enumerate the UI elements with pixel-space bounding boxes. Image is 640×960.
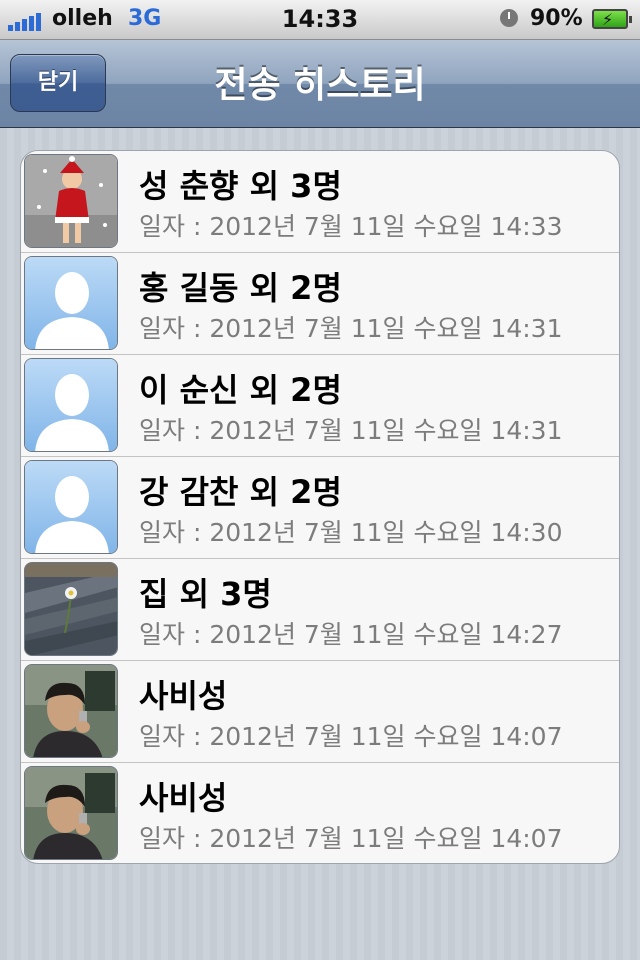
default-contact-icon [24, 460, 118, 554]
alarm-clock-icon [500, 9, 518, 27]
contact-name: 강 감찬 외 2명 [139, 473, 342, 511]
default-contact-icon [24, 358, 118, 452]
sent-date: 일자 : 2012년 7월 11일 수요일 14:31 [139, 416, 563, 445]
contact-name: 홍 길동 외 2명 [139, 269, 342, 307]
history-row[interactable]: 집 외 3명 일자 : 2012년 7월 11일 수요일 14:27 [21, 559, 619, 661]
sent-date: 일자 : 2012년 7월 11일 수요일 14:33 [139, 212, 563, 241]
contact-name: 집 외 3명 [139, 575, 272, 613]
history-row[interactable]: 사비성 일자 : 2012년 7월 11일 수요일 14:07 [21, 763, 619, 863]
sent-date: 일자 : 2012년 7월 11일 수요일 14:31 [139, 314, 563, 343]
contact-name: 사비성 [139, 677, 228, 715]
status-bar: olleh 3G 14:33 90% ⚡ [0, 0, 640, 40]
sent-date: 일자 : 2012년 7월 11일 수요일 14:27 [139, 620, 563, 649]
battery-charging-icon: ⚡ [592, 9, 632, 29]
flower-photo-thumbnail [24, 562, 118, 656]
close-button[interactable]: 닫기 [10, 54, 106, 112]
default-contact-icon [24, 256, 118, 350]
page-title: 전송 히스토리 [214, 65, 426, 106]
person-phone-photo-thumbnail [24, 664, 118, 758]
history-row[interactable]: 이 순신 외 2명 일자 : 2012년 7월 11일 수요일 14:31 [21, 355, 619, 457]
history-row[interactable]: 홍 길동 외 2명 일자 : 2012년 7월 11일 수요일 14:31 [21, 253, 619, 355]
history-row[interactable]: 성 춘향 외 3명 일자 : 2012년 7월 11일 수요일 14:33 [21, 151, 619, 253]
santa-photo-thumbnail [24, 154, 118, 248]
person-phone-photo-thumbnail [24, 766, 118, 860]
battery-percent: 90% [530, 6, 583, 31]
history-row[interactable]: 사비성 일자 : 2012년 7월 11일 수요일 14:07 [21, 661, 619, 763]
sent-date: 일자 : 2012년 7월 11일 수요일 14:07 [139, 722, 563, 751]
contact-name: 사비성 [139, 779, 228, 817]
history-list: 성 춘향 외 3명 일자 : 2012년 7월 11일 수요일 14:33 홍 … [20, 150, 620, 864]
navigation-bar: 닫기 전송 히스토리 [0, 40, 640, 128]
contact-name: 성 춘향 외 3명 [139, 167, 342, 205]
contact-name: 이 순신 외 2명 [139, 371, 342, 409]
sent-date: 일자 : 2012년 7월 11일 수요일 14:07 [139, 824, 563, 853]
history-row[interactable]: 강 감찬 외 2명 일자 : 2012년 7월 11일 수요일 14:30 [21, 457, 619, 559]
sent-date: 일자 : 2012년 7월 11일 수요일 14:30 [139, 518, 563, 547]
